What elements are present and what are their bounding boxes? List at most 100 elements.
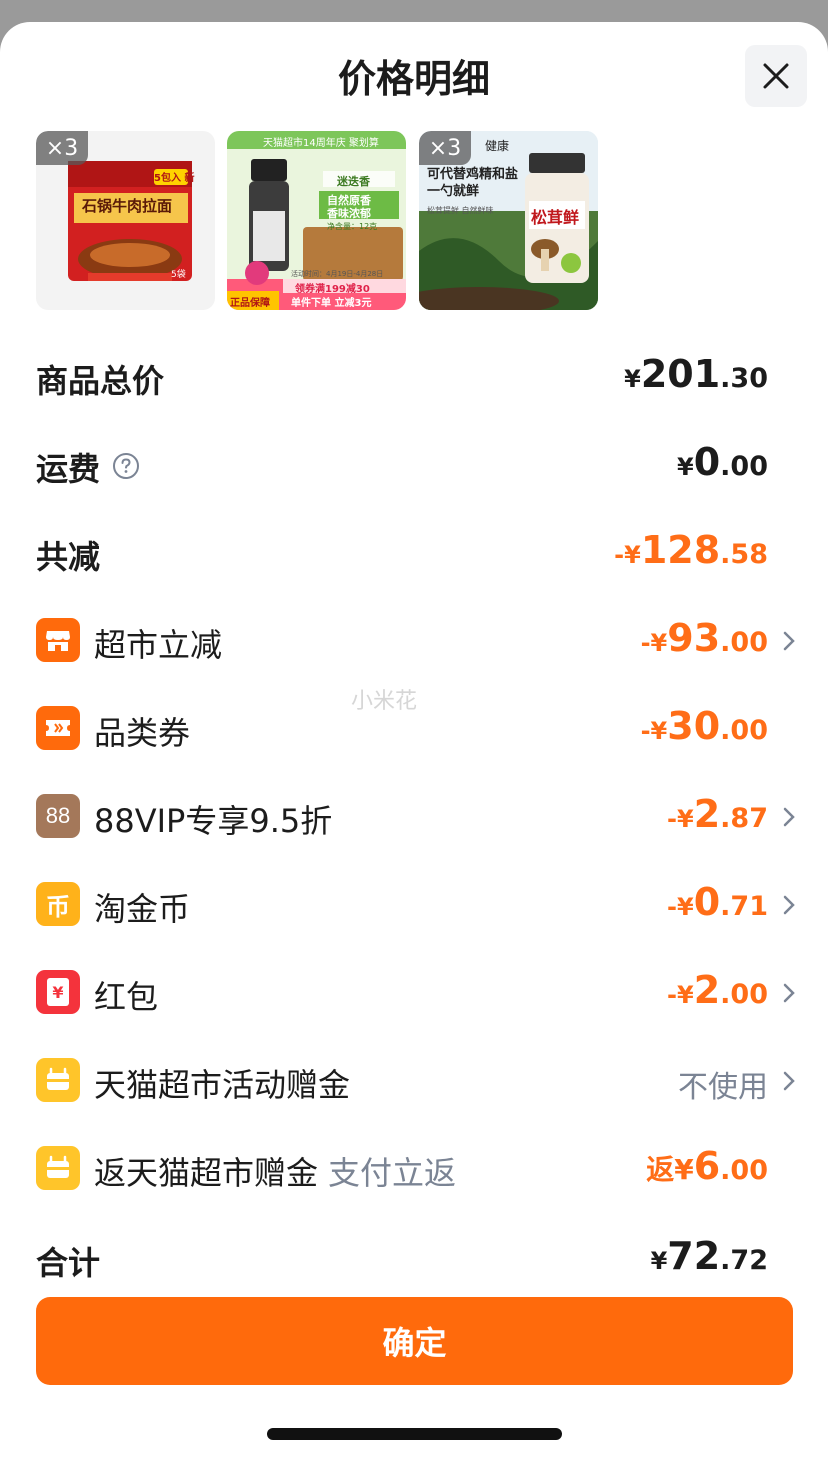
goods-total-row: 商品总价 ¥ 201 .30: [36, 348, 796, 408]
total-label: 合计: [36, 1244, 101, 1282]
gift-bag-icon: [36, 1058, 80, 1102]
cashback-label-text: 返天猫超市赠金: [94, 1154, 319, 1192]
discount-label: 返天猫超市赠金 支付立返: [94, 1148, 456, 1194]
product-sub-text: 松茸提鲜 自然鲜味: [427, 206, 494, 215]
discount-amount: -¥ 2 .87: [667, 792, 768, 836]
discount-label: 红包: [94, 978, 159, 1016]
chevron-right-icon: [783, 1071, 795, 1091]
shipping-row: 运费 ¥ 0 .00: [36, 436, 796, 496]
help-icon[interactable]: [112, 452, 140, 480]
gift-bag-icon: [36, 1146, 80, 1190]
amount-integer: 128: [640, 528, 721, 572]
amount-integer: 0: [693, 440, 721, 484]
discount-row-88vip[interactable]: 88 88VIP专享9.5折 -¥ 2 .87: [36, 788, 796, 848]
currency-symbol: -¥: [667, 805, 694, 833]
product-thumb-matsutake[interactable]: 健康 可代替鸡精和盐 一勺就鲜 松茸提鲜 自然鲜味 松茸鲜 ×3: [419, 131, 598, 310]
discount-amount: -¥ 30 .00: [641, 704, 768, 748]
vip-88-icon-text: 88: [45, 803, 71, 828]
goods-total-label: 商品总价: [36, 362, 165, 400]
discount-label: 淘金币: [94, 890, 191, 928]
page-title: 价格明细: [337, 57, 490, 101]
currency-symbol: -¥: [614, 541, 641, 569]
amount-decimal: .00: [720, 715, 768, 746]
amount-integer: 30: [667, 704, 721, 748]
currency-symbol: -¥: [640, 629, 668, 657]
product-thumb-noodles[interactable]: 石锅牛肉拉面 5包入 新 5袋 ×3: [36, 131, 215, 310]
store-icon: [36, 618, 80, 662]
chevron-right-icon: [783, 895, 795, 915]
total-discount-row: 共减 -¥ 128 .58: [36, 524, 796, 584]
discount-label: 品类券: [94, 714, 191, 752]
amount-integer: 72: [667, 1234, 721, 1278]
product-title-text: 石锅牛肉拉面: [82, 197, 173, 215]
amount-decimal: .00: [720, 1155, 768, 1186]
total-discount-label: 共减: [36, 538, 101, 576]
amount-decimal: .72: [720, 1245, 768, 1276]
product-badge-text: 5包入 新: [154, 173, 195, 184]
discount-amount: -¥ 0 .71: [667, 880, 768, 924]
discount-row-tmall-bonus[interactable]: 天猫超市活动赠金 不使用: [36, 1052, 796, 1112]
total-row: 合计 ¥ 72 .72: [36, 1230, 796, 1290]
currency-symbol: ¥: [624, 365, 641, 393]
watermark-text: 小米花: [351, 689, 418, 714]
close-button[interactable]: [745, 45, 807, 107]
total-discount-amount: -¥ 128 .58: [614, 528, 768, 572]
product-name-text: 迷迭香: [337, 175, 370, 188]
amount-decimal: .00: [720, 979, 768, 1010]
discount-row-supermarket[interactable]: 超市立减 -¥ 93 .00: [36, 612, 796, 672]
amount-integer: 0: [693, 880, 721, 924]
deal-text: 单件下单 立减3元: [291, 298, 372, 309]
chevron-right-icon: [783, 631, 795, 651]
product-slogan-text: 一勺就鲜: [427, 184, 480, 199]
amount-integer: 6: [693, 1144, 721, 1188]
pay-cashback-tag: 支付立返: [328, 1154, 457, 1192]
currency-symbol: ¥: [650, 1247, 668, 1275]
brand-text: 健康: [485, 139, 510, 153]
shipping-amount: ¥ 0 .00: [677, 440, 768, 484]
currency-symbol: -¥: [667, 893, 694, 921]
chevron-right-icon: [783, 807, 795, 827]
amount-integer: 2: [693, 792, 721, 836]
not-use-value: 不使用: [678, 1070, 768, 1105]
discount-row-red-packet[interactable]: ¥ 红包 -¥ 2 .00: [36, 964, 796, 1024]
home-indicator[interactable]: [267, 1428, 562, 1440]
amount-decimal: .58: [720, 539, 768, 570]
cashback-amount: 返¥ 6 .00: [646, 1144, 768, 1188]
promo-banner-text: 天猫超市14周年庆 聚划算: [263, 138, 379, 149]
product-feature-text: 香味浓郁: [327, 207, 371, 220]
ticket-icon: [36, 706, 80, 750]
goods-total-amount: ¥ 201 .30: [624, 352, 768, 396]
currency-symbol: ¥: [677, 453, 694, 481]
red-packet-inner: ¥: [47, 978, 69, 1006]
discount-row-taojinbi[interactable]: 币 淘金币 -¥ 0 .71: [36, 876, 796, 936]
coupon-text: 领券满199减30: [295, 284, 370, 295]
amount-integer: 201: [640, 352, 721, 396]
amount-decimal: .71: [720, 891, 768, 922]
chevron-right-icon: [783, 983, 795, 1003]
quantity-badge: ×3: [419, 131, 471, 165]
gold-coin-icon-text: 币: [46, 892, 70, 921]
vip-88-icon: 88: [36, 794, 80, 838]
product-net-text: 净含量：12克: [327, 222, 378, 231]
amount-integer: 93: [667, 616, 721, 660]
confirm-button[interactable]: 确定: [36, 1297, 793, 1385]
discount-label: 超市立减: [94, 626, 223, 664]
amount-decimal: .87: [720, 803, 768, 834]
red-packet-icon: ¥: [36, 970, 80, 1014]
shipping-label: 运费: [36, 450, 101, 488]
total-amount: ¥ 72 .72: [651, 1234, 768, 1278]
amount-decimal: .00: [720, 451, 768, 482]
red-packet-icon-text: ¥: [52, 982, 64, 1002]
gold-coin-icon: 币: [36, 882, 80, 926]
close-icon: [763, 63, 789, 89]
discount-amount: -¥ 2 .00: [667, 968, 768, 1012]
product-thumb-rosemary[interactable]: 天猫超市14周年庆 聚划算 迷迭香 自然原香 香味浓郁 净含量：12克 活动时间…: [227, 131, 406, 310]
quantity-badge: ×3: [36, 131, 88, 165]
product-name-text: 松茸鲜: [531, 208, 580, 227]
product-count-text: 5袋: [171, 270, 186, 280]
discount-amount: -¥ 93 .00: [641, 616, 768, 660]
amount-integer: 2: [693, 968, 721, 1012]
discount-label: 天猫超市活动赠金: [94, 1066, 351, 1104]
currency-symbol: 返¥: [646, 1153, 694, 1186]
currency-symbol: -¥: [667, 981, 694, 1009]
